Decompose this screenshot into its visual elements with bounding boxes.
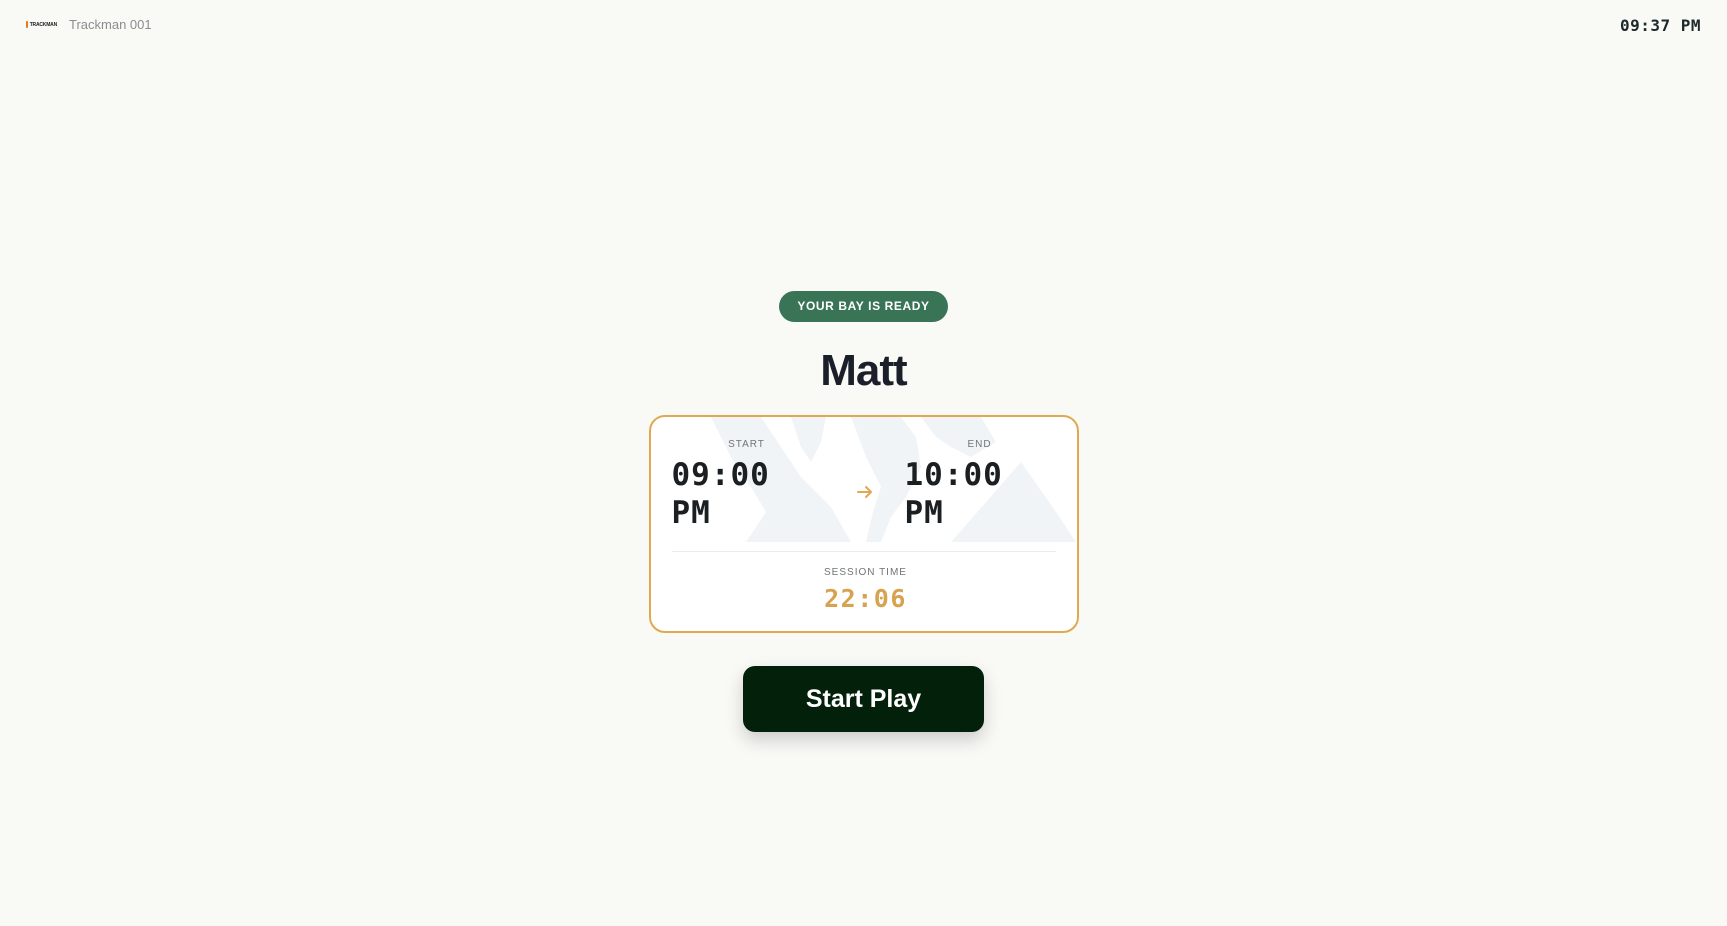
session-time-label: SESSION TIME [824,567,907,578]
header-clock: 09:37 PM [1619,16,1701,35]
arrow-right-icon [856,486,872,498]
end-time: 10:00 PM [904,457,1003,531]
welcome-panel: YOUR BAY IS READY Matt START 09:00 PM EN… [0,291,1727,732]
session-time-value: 22:06 [824,584,907,613]
guest-name: Matt [820,346,907,395]
start-play-button[interactable]: Start Play [743,666,984,732]
session-times: START 09:00 PM END 10:00 PM [651,417,1077,549]
start-time: 09:00 PM [671,457,770,531]
session-time-block: SESSION TIME 22:06 [651,567,1077,613]
logo-mark-icon [26,21,28,28]
session-card: START 09:00 PM END 10:00 PM SESSION TIME… [648,415,1079,633]
top-bar: TRACKMAN Trackman 001 09:37 PM [0,0,1727,52]
start-time-block: START 09:00 PM [672,439,842,532]
logo-text: TRACKMAN [29,21,57,28]
end-time-block: END 10:00 PM [905,439,1075,532]
status-badge: YOUR BAY IS READY [779,291,948,322]
brand-logo: TRACKMAN [26,18,57,32]
card-divider [671,551,1056,552]
end-label: END [967,439,992,450]
start-label: START [728,439,765,450]
brand: TRACKMAN Trackman 001 [26,17,152,32]
bay-name: Trackman 001 [69,17,152,32]
